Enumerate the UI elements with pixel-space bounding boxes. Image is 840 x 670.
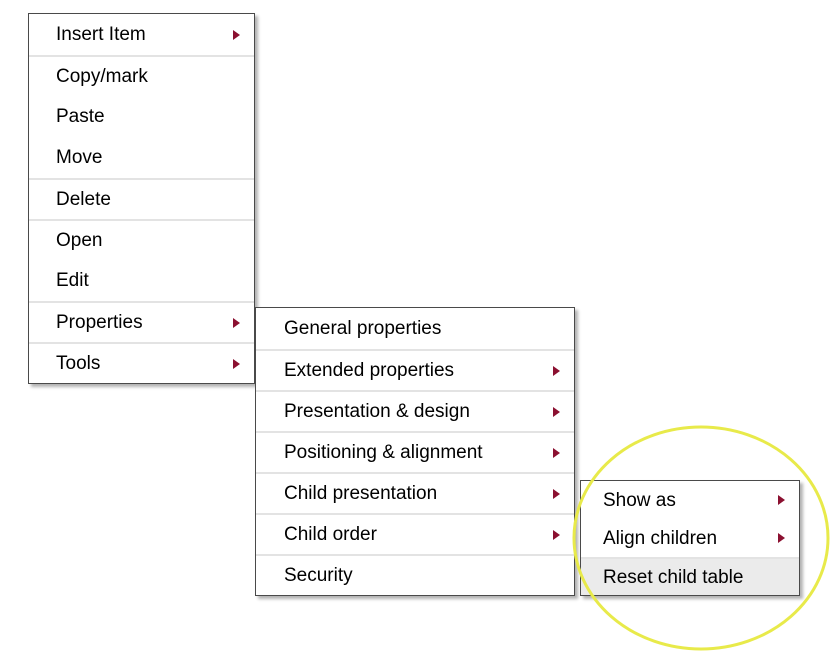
menu-item-label: Reset child table — [603, 566, 744, 588]
menu-item-copy-mark[interactable]: Copy/mark — [29, 55, 254, 96]
menu-item-label: Extended properties — [284, 360, 455, 381]
menu-item-label: General properties — [284, 318, 442, 339]
menu-item-open[interactable]: Open — [29, 219, 254, 260]
menu-item-child-order[interactable]: Child order — [256, 513, 574, 554]
menu-item-reset-child-table[interactable]: Reset child table — [581, 557, 799, 595]
menu-item-label: Align children — [603, 527, 718, 549]
menu-item-move[interactable]: Move — [29, 137, 254, 178]
menu-item-positioning-alignment[interactable]: Positioning & alignment — [256, 431, 574, 472]
submenu-arrow-icon — [233, 29, 240, 40]
child-presentation-submenu: Show as Align children Reset child table — [580, 480, 800, 596]
screenshot-canvas: Insert Item Copy/mark Paste Move Delete Open E… — [0, 0, 840, 670]
submenu-arrow-icon — [553, 488, 560, 499]
submenu-arrow-icon — [778, 495, 785, 505]
menu-item-properties[interactable]: Properties — [29, 301, 254, 342]
menu-item-insert-item[interactable]: Insert Item — [29, 14, 254, 55]
menu-item-label: Move — [56, 147, 103, 168]
submenu-arrow-icon — [553, 529, 560, 540]
submenu-arrow-icon — [553, 447, 560, 458]
menu-item-label: Security — [284, 565, 353, 586]
menu-item-paste[interactable]: Paste — [29, 96, 254, 137]
submenu-arrow-icon — [233, 317, 240, 328]
menu-item-label: Paste — [56, 106, 105, 127]
menu-item-tools[interactable]: Tools — [29, 342, 254, 383]
menu-item-label: Delete — [56, 189, 111, 210]
menu-item-label: Child order — [284, 524, 377, 545]
menu-item-label: Child presentation — [284, 483, 438, 504]
submenu-arrow-icon — [778, 533, 785, 543]
menu-item-child-presentation[interactable]: Child presentation — [256, 472, 574, 513]
submenu-arrow-icon — [233, 358, 240, 369]
menu-item-general-properties[interactable]: General properties — [256, 308, 574, 349]
menu-item-delete[interactable]: Delete — [29, 178, 254, 219]
menu-item-presentation-design[interactable]: Presentation & design — [256, 390, 574, 431]
menu-item-label: Tools — [56, 353, 101, 374]
properties-submenu: General properties Extended properties Pre… — [255, 307, 575, 596]
menu-item-label: Presentation & design — [284, 401, 470, 422]
menu-item-label: Copy/mark — [56, 66, 148, 87]
menu-item-label: Insert Item — [56, 24, 146, 45]
menu-item-align-children[interactable]: Align children — [581, 519, 799, 557]
item-context-menu: Insert Item Copy/mark Paste Move Delete Open E… — [28, 13, 255, 384]
submenu-arrow-icon — [553, 406, 560, 417]
menu-item-extended-properties[interactable]: Extended properties — [256, 349, 574, 390]
menu-item-label: Edit — [56, 270, 89, 291]
menu-item-edit[interactable]: Edit — [29, 260, 254, 301]
menu-item-label: Show as — [603, 489, 676, 511]
menu-item-security[interactable]: Security — [256, 554, 574, 595]
menu-item-label: Open — [56, 230, 103, 251]
menu-item-label: Positioning & alignment — [284, 442, 483, 463]
submenu-arrow-icon — [553, 365, 560, 376]
menu-item-show-as[interactable]: Show as — [581, 481, 799, 519]
menu-item-label: Properties — [56, 312, 143, 333]
